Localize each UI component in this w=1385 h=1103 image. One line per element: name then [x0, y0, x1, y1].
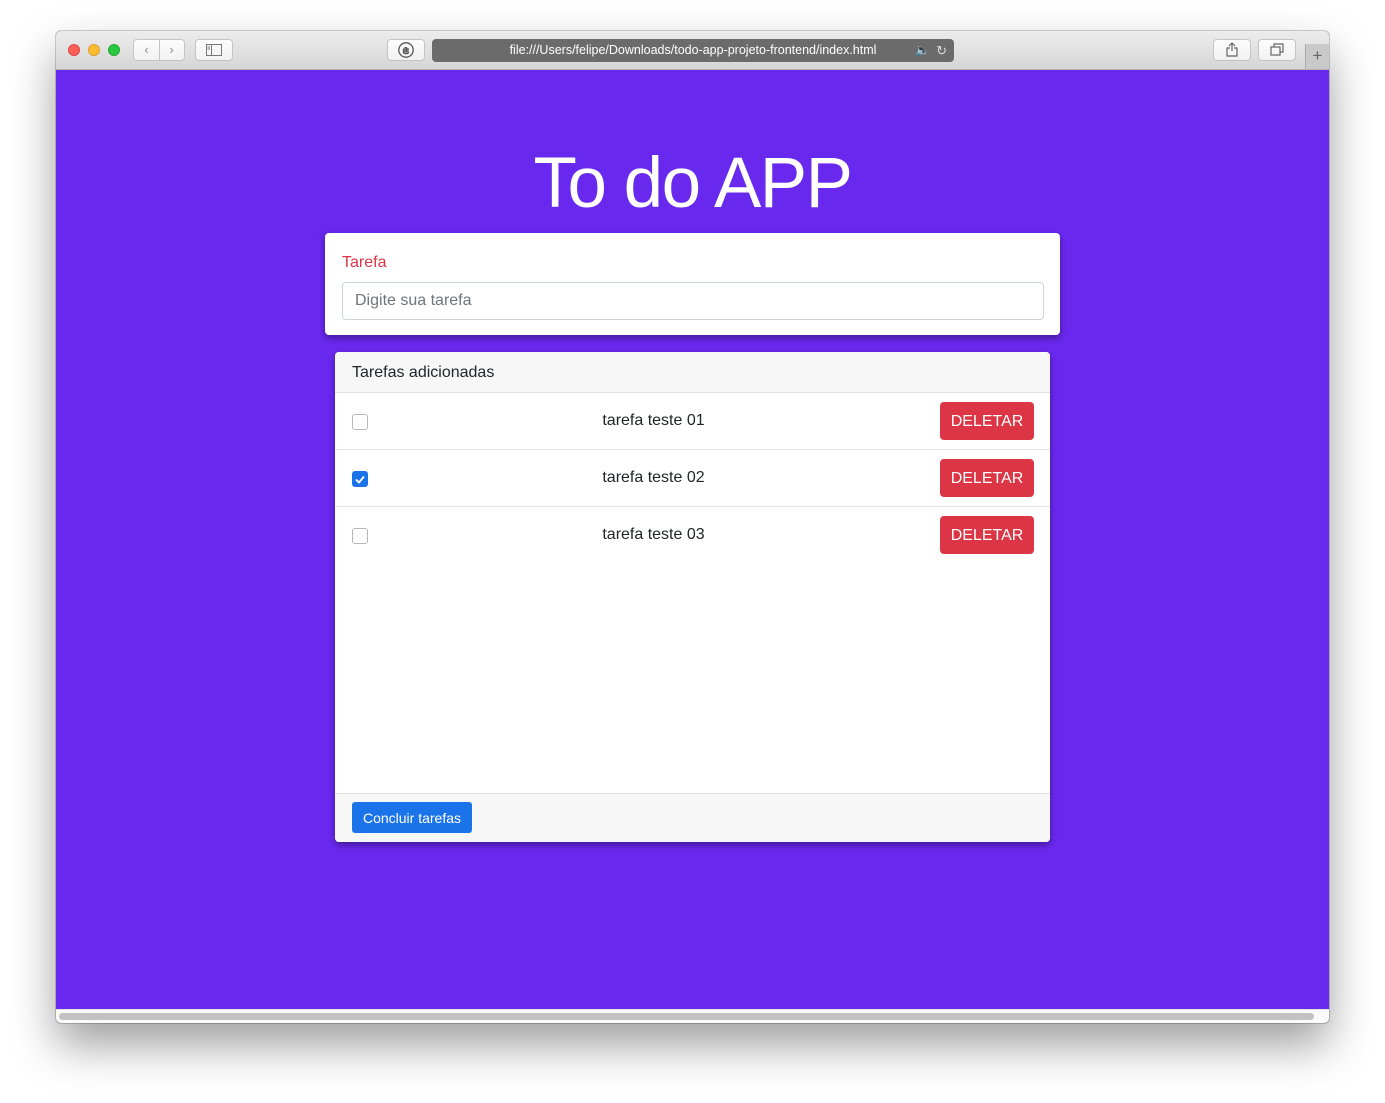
browser-window: ‹ › file:///Users/felipe/Downloads/todo-a… [56, 31, 1329, 1023]
chevron-left-icon[interactable]: ‹ [134, 40, 159, 60]
page-title: To do APP [533, 144, 853, 223]
delete-button[interactable]: DELETAR [940, 516, 1034, 554]
sidebar-button[interactable] [195, 39, 233, 61]
delete-button[interactable]: DELETAR [940, 459, 1034, 497]
task-list-header: Tarefas adicionadas [335, 352, 1050, 393]
delete-button[interactable]: DELETAR [940, 402, 1034, 440]
page-content: To do APP Tarefa Tarefas adicionadas tar… [56, 70, 1329, 1009]
complete-tasks-button[interactable]: Concluir tarefas [352, 802, 472, 833]
hand-icon [398, 42, 414, 58]
reload-icon[interactable]: ↻ [936, 39, 947, 62]
sidebar-icon [206, 44, 222, 56]
address-bar[interactable]: file:///Users/felipe/Downloads/todo-app-… [432, 39, 954, 62]
task-list-card: Tarefas adicionadas tarefa teste 01 DELE… [335, 352, 1050, 842]
navigation-buttons: ‹ › [133, 39, 185, 61]
speaker-icon[interactable]: 🔈 [915, 39, 930, 62]
task-form-card: Tarefa [325, 233, 1060, 335]
task-text: tarefa teste 03 [602, 526, 705, 543]
close-window-button[interactable] [68, 44, 80, 56]
plus-icon[interactable]: + [1305, 44, 1329, 69]
tabs-button[interactable] [1258, 39, 1296, 61]
task-list-footer: Concluir tarefas [335, 793, 1050, 842]
task-label: Tarefa [342, 254, 387, 271]
zoom-window-button[interactable] [108, 44, 120, 56]
url-text: file:///Users/felipe/Downloads/todo-app-… [509, 43, 877, 57]
task-text: tarefa teste 02 [602, 469, 705, 486]
minimize-window-button[interactable] [88, 44, 100, 56]
browser-toolbar: ‹ › file:///Users/felipe/Downloads/todo-a… [56, 31, 1329, 70]
task-row: tarefa teste 02 DELETAR [335, 450, 1050, 507]
share-button[interactable] [1213, 39, 1251, 61]
task-input[interactable] [342, 282, 1044, 320]
task-row: tarefa teste 03 DELETAR [335, 507, 1050, 564]
task-row: tarefa teste 01 DELETAR [335, 393, 1050, 450]
tabs-icon [1270, 43, 1284, 56]
scrollbar-thumb[interactable] [59, 1013, 1314, 1020]
task-text: tarefa teste 01 [602, 412, 705, 429]
share-icon [1226, 42, 1238, 57]
chevron-right-icon[interactable]: › [159, 40, 184, 60]
privacy-button[interactable] [387, 39, 425, 61]
divider [159, 40, 160, 60]
horizontal-scrollbar[interactable] [56, 1009, 1329, 1023]
